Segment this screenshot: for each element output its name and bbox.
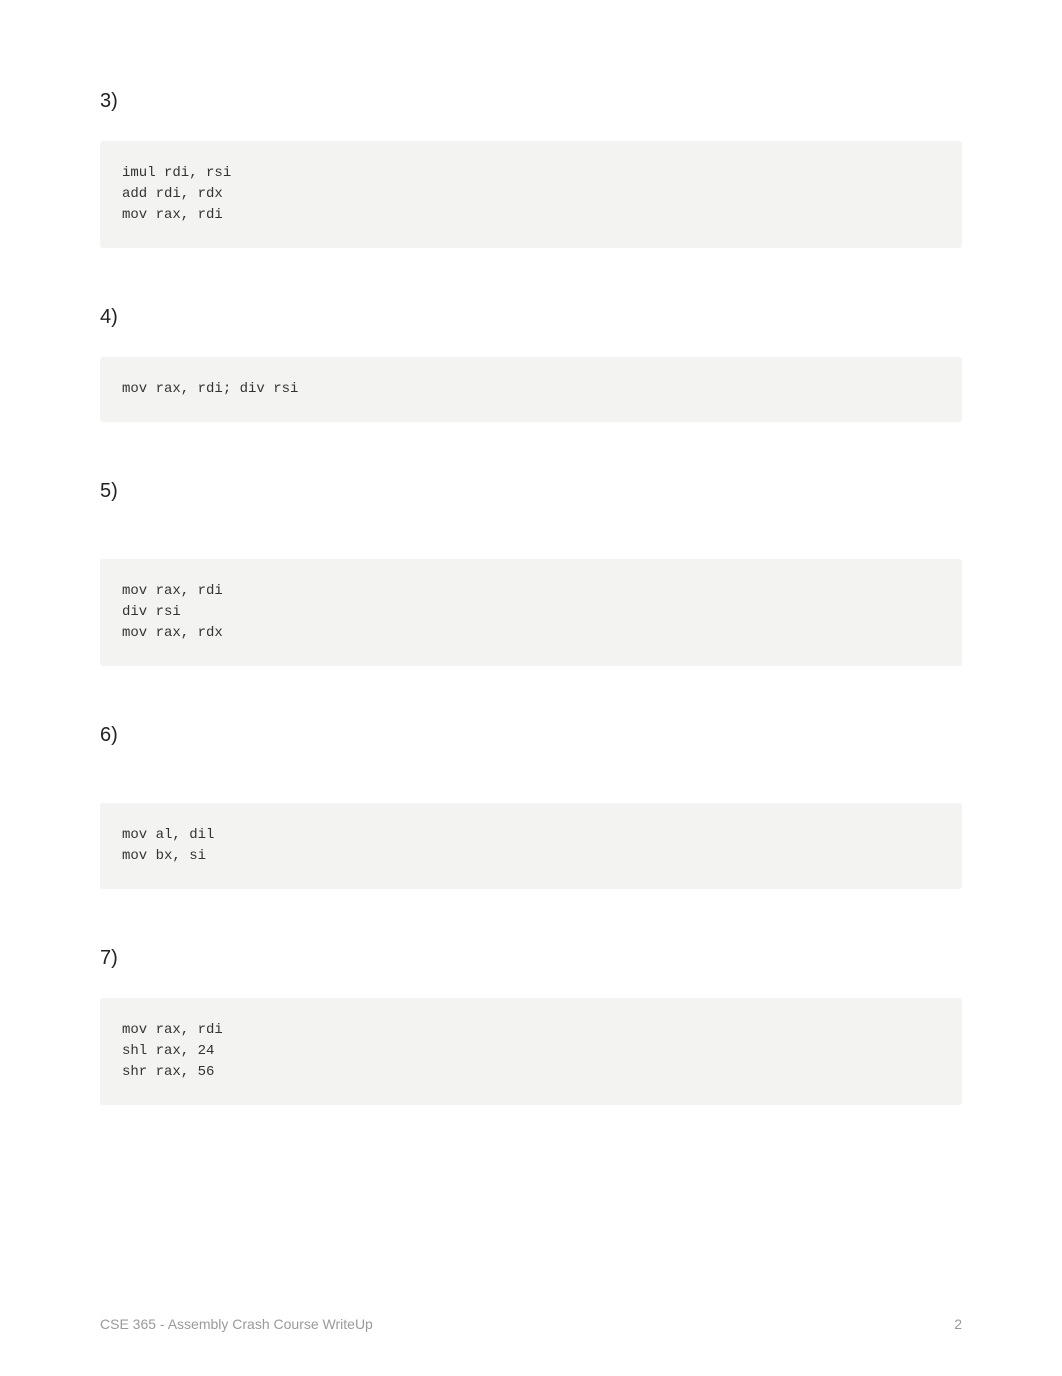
heading-3: 3) <box>100 90 962 113</box>
code-block-7: mov rax, rdi shl rax, 24 shr rax, 56 <box>100 998 962 1105</box>
section-5: 5) mov rax, rdi div rsi mov rax, rdx <box>100 480 962 666</box>
section-4: 4) mov rax, rdi; div rsi <box>100 306 962 422</box>
section-6: 6) mov al, dil mov bx, si <box>100 724 962 889</box>
page-number: 2 <box>954 1316 962 1332</box>
section-3: 3) imul rdi, rsi add rdi, rdx mov rax, r… <box>100 90 962 248</box>
heading-6: 6) <box>100 724 962 747</box>
footer-title: CSE 365 - Assembly Crash Course WriteUp <box>100 1316 373 1332</box>
heading-4: 4) <box>100 306 962 329</box>
page-footer: CSE 365 - Assembly Crash Course WriteUp … <box>100 1316 962 1332</box>
code-block-6: mov al, dil mov bx, si <box>100 803 962 889</box>
code-block-3: imul rdi, rsi add rdi, rdx mov rax, rdi <box>100 141 962 248</box>
heading-5: 5) <box>100 480 962 503</box>
page-content: 3) imul rdi, rsi add rdi, rdx mov rax, r… <box>0 0 1062 1105</box>
code-block-5: mov rax, rdi div rsi mov rax, rdx <box>100 559 962 666</box>
section-7: 7) mov rax, rdi shl rax, 24 shr rax, 56 <box>100 947 962 1105</box>
code-block-4: mov rax, rdi; div rsi <box>100 357 962 422</box>
heading-7: 7) <box>100 947 962 970</box>
